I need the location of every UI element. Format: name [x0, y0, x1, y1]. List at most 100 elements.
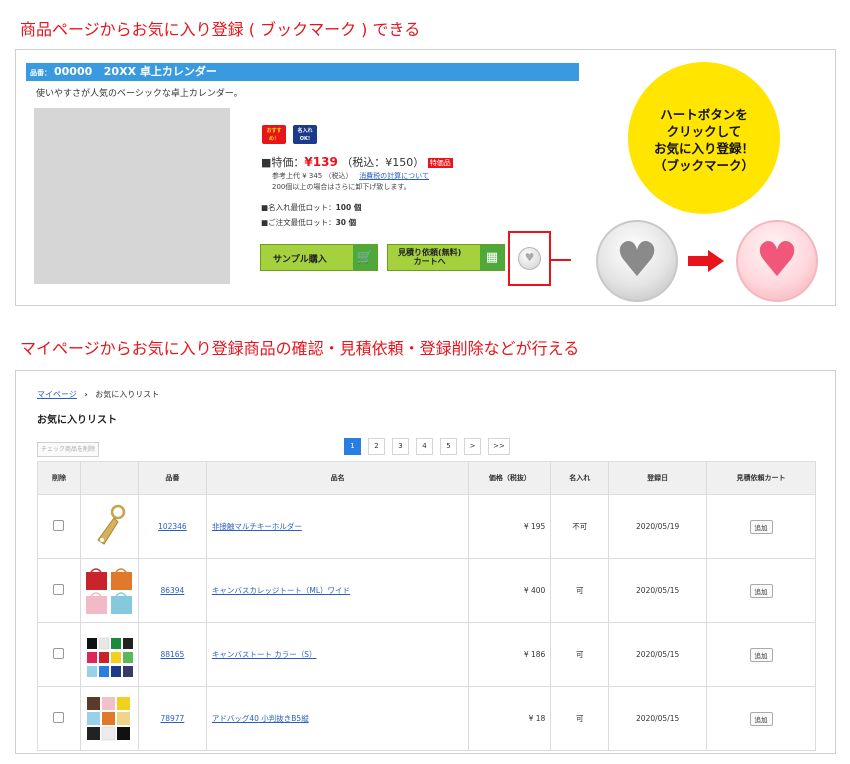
- add-to-cart-button[interactable]: 追加: [749, 519, 773, 534]
- product-image-placeholder: [34, 108, 230, 284]
- section-heading-mypage: マイページからお気に入り登録商品の確認・見積依頼・登録削除などが行える: [20, 339, 580, 358]
- row-checkbox[interactable]: [53, 584, 65, 595]
- delete-cell: [37, 494, 81, 559]
- add-to-cart-button[interactable]: 追加: [749, 583, 773, 598]
- product-name-link[interactable]: キャンバストート カラー（S）: [212, 650, 317, 659]
- product-panel: 品番： 00000 20XX 卓上カレンダー 使いやすさが人気のベーシックな卓上カ…: [15, 49, 836, 306]
- name-cell: アドバッグ40 小判抜きB5縦: [205, 686, 470, 751]
- delete-cell: [37, 558, 81, 623]
- table-row: 102346 非接触マルチキーホルダー ¥ 195 不可 2020/05/19 …: [37, 494, 816, 559]
- tax-calc-link[interactable]: 消費税の計算について: [359, 172, 429, 180]
- date-cell: 2020/05/15: [608, 686, 708, 751]
- quote-request-button[interactable]: 見積り依頼(無料) カートへ ▦: [387, 244, 505, 271]
- name-ok-badge: 名入れOK!: [293, 125, 317, 144]
- callout-text: ハートボタンを クリックして お気に入り登録！ （ブックマーク）: [628, 106, 780, 174]
- naire-cell: 可: [550, 622, 610, 687]
- product-code-label: 品番：: [30, 69, 51, 77]
- heart-icon[interactable]: ♥: [518, 247, 541, 270]
- min-lot-name-label: ■名入れ最低ロット：: [261, 203, 336, 212]
- cart-cell: 追加: [706, 686, 816, 751]
- price-cell: ¥ 195: [468, 494, 552, 559]
- add-to-cart-button[interactable]: 追加: [749, 647, 773, 662]
- product-code: 00000: [54, 65, 93, 78]
- product-thumbnail[interactable]: [84, 502, 134, 552]
- callout-line3: お気に入り登録！: [653, 141, 754, 156]
- special-price-tag: 特価品: [427, 158, 453, 168]
- min-lot-order-line: ■ご注文最低ロット：30 個: [261, 217, 356, 228]
- cart-cell: 追加: [706, 558, 816, 623]
- min-lot-order-value: 30 個: [335, 218, 357, 227]
- row-checkbox[interactable]: [53, 712, 65, 723]
- quote-request-label: 見積り依頼(無料) カートへ: [398, 248, 461, 266]
- section-heading-product-page: 商品ページからお気に入り登録 ( ブックマーク ) できる: [20, 20, 421, 39]
- thumbnail-cell: [79, 494, 139, 559]
- min-lot-name-line: ■名入れ最低ロット：100 個: [261, 202, 361, 213]
- column-header-name: 品名: [205, 461, 470, 495]
- favorites-table: 削除 品番 品名 価格（税抜） 名入れ 登録日 見積依頼カート 102346 非…: [37, 461, 816, 751]
- callout-line2: クリックして: [666, 124, 742, 139]
- special-price: ¥139: [304, 155, 338, 169]
- cart-cell: 追加: [706, 622, 816, 687]
- price-prefix: ■特価：: [261, 156, 305, 169]
- min-lot-order-label: ■ご注文最低ロット：: [261, 218, 336, 227]
- row-checkbox[interactable]: [53, 520, 65, 531]
- last-page-button[interactable]: >>: [488, 438, 510, 455]
- page-2-button[interactable]: 2: [368, 438, 385, 455]
- breadcrumb-mypage-link[interactable]: マイページ: [37, 390, 77, 399]
- product-subtitle: 使いやすさが人気のベーシックな卓上カレンダー。: [36, 89, 243, 99]
- code-cell: 78977: [137, 686, 207, 751]
- date-cell: 2020/05/15: [608, 622, 708, 687]
- discount-note: 200個以上の場合はさらに卸下げ致します。: [272, 183, 411, 191]
- callout-line1: ハートボタンを: [660, 107, 748, 122]
- sample-purchase-button[interactable]: サンプル購入 🛒: [260, 244, 378, 271]
- table-row: 78977 アドバッグ40 小判抜きB5縦 ¥ 18 可 2020/05/15 …: [37, 686, 816, 751]
- price-cell: ¥ 186: [468, 622, 552, 687]
- naire-cell: 不可: [550, 494, 610, 559]
- page-3-button[interactable]: 3: [392, 438, 409, 455]
- product-name-link[interactable]: アドバッグ40 小判抜きB5縦: [212, 714, 309, 723]
- favorite-button-highlight: ♥: [508, 231, 551, 286]
- delete-cell: [37, 622, 81, 687]
- table-row: 86394 キャンバスカレッジトート（ML）ワイド ¥ 400 可 2020/0…: [37, 558, 816, 623]
- price-tax-included: （税込：¥150）: [341, 156, 425, 169]
- row-checkbox[interactable]: [53, 648, 65, 659]
- product-code-link[interactable]: 78977: [160, 714, 184, 723]
- naire-cell: 可: [550, 558, 610, 623]
- product-code-link[interactable]: 86394: [160, 586, 184, 595]
- callout-connector-line: [551, 259, 571, 261]
- naire-cell: 可: [550, 686, 610, 751]
- column-header-price: 価格（税抜）: [468, 461, 552, 495]
- delete-checked-button[interactable]: チェック商品を削除: [37, 442, 100, 457]
- code-cell: 86394: [137, 558, 207, 623]
- price-cell: ¥ 400: [468, 558, 552, 623]
- name-cell: キャンバスカレッジトート（ML）ワイド: [205, 558, 470, 623]
- page-1-button[interactable]: 1: [344, 438, 361, 455]
- column-header-image: [79, 461, 139, 495]
- thumbnail-cell: [79, 686, 139, 751]
- product-thumbnail[interactable]: [84, 630, 134, 680]
- product-thumbnail[interactable]: [84, 566, 134, 616]
- product-name-link[interactable]: キャンバスカレッジトート（ML）ワイド: [212, 586, 350, 595]
- next-page-button[interactable]: >: [464, 438, 481, 455]
- product-code-link[interactable]: 88165: [160, 650, 184, 659]
- product-code-link[interactable]: 102346: [158, 522, 187, 531]
- page-5-button[interactable]: 5: [440, 438, 457, 455]
- code-cell: 102346: [137, 494, 207, 559]
- cart-icon: 🛒: [353, 245, 377, 270]
- add-to-cart-button[interactable]: 追加: [749, 711, 773, 726]
- callout-bubble: ハートボタンを クリックして お気に入り登録！ （ブックマーク）: [628, 62, 780, 214]
- cart-cell: 追加: [706, 494, 816, 559]
- breadcrumb-current: お気に入りリスト: [95, 390, 160, 399]
- calculator-icon: ▦: [480, 245, 504, 270]
- product-thumbnail[interactable]: [84, 694, 134, 744]
- name-cell: キャンバストート カラー（S）: [205, 622, 470, 687]
- date-cell: 2020/05/15: [608, 558, 708, 623]
- column-header-cart: 見積依頼カート: [706, 461, 816, 495]
- quote-request-label-line1: 見積り依頼(無料): [398, 248, 462, 257]
- breadcrumb-separator: ›: [84, 390, 88, 399]
- page-4-button[interactable]: 4: [416, 438, 433, 455]
- product-name-link[interactable]: 非接触マルチキーホルダー: [212, 522, 302, 531]
- heart-icon: ♥: [736, 220, 818, 302]
- price-line: ■特価：¥139 （税込：¥150） 特価品: [261, 154, 453, 170]
- column-header-naire: 名入れ: [550, 461, 610, 495]
